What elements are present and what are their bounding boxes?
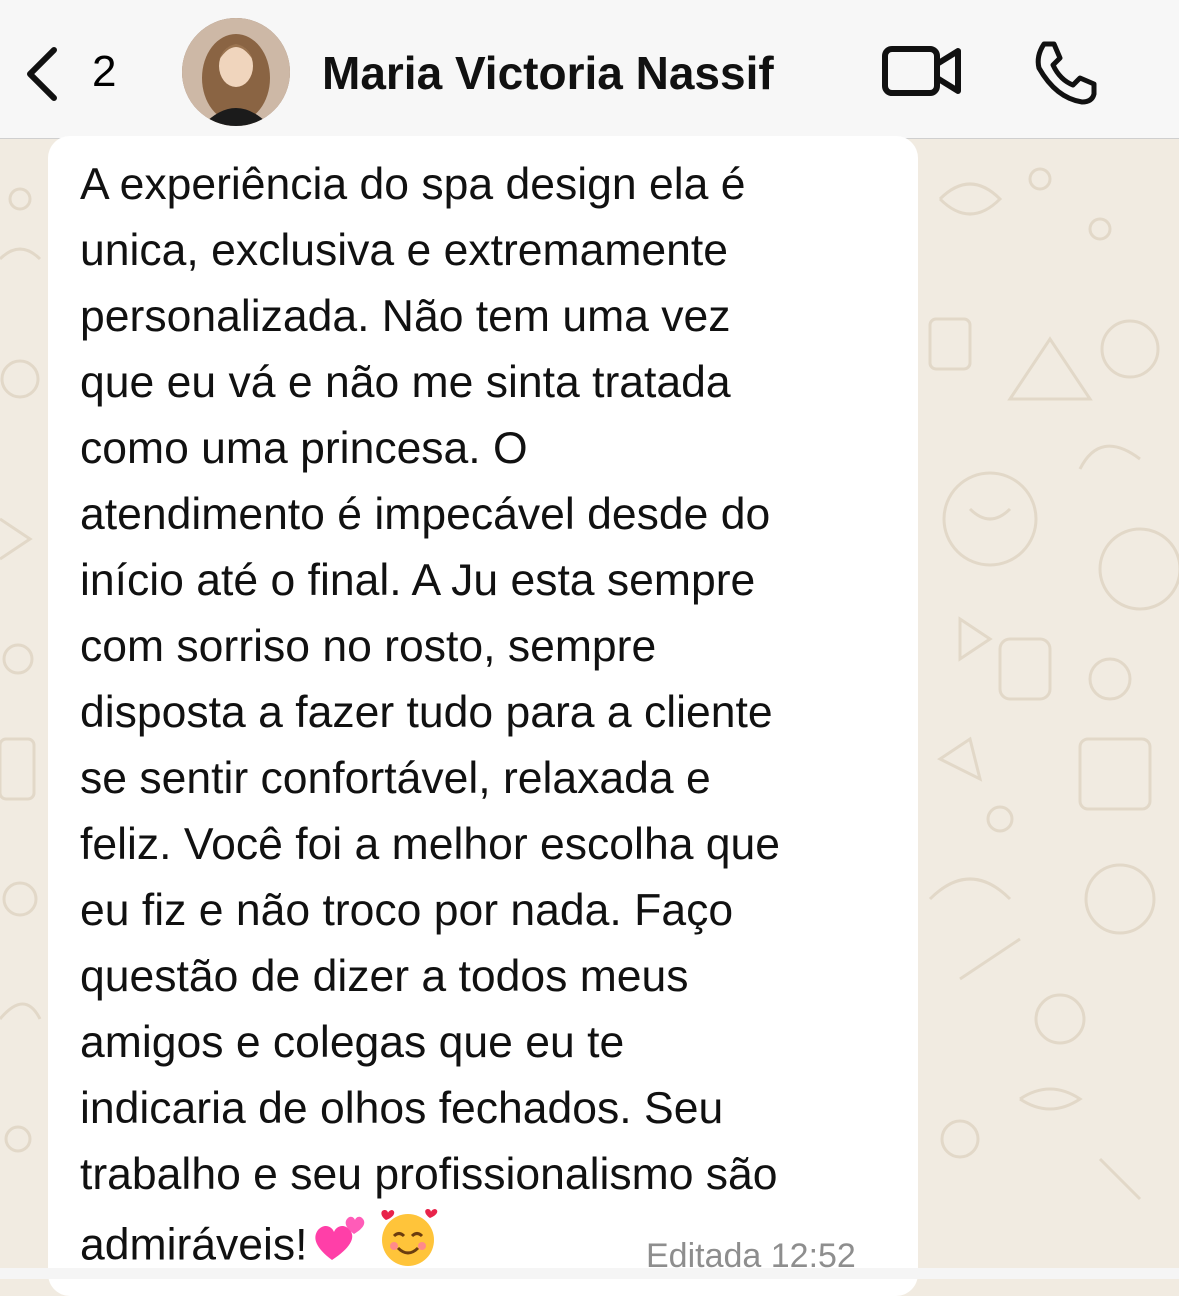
message-line: indicaria de olhos fechados. Seu [80, 1084, 724, 1133]
message-line: trabalho e seu profissionalismo são [80, 1150, 778, 1199]
message-line: como uma princesa. O [80, 424, 528, 473]
message-line: que eu vá e não me sinta tratada [80, 358, 731, 407]
contact-name[interactable]: Maria Victoria Nassif [322, 46, 774, 100]
message-line: questão de dizer a todos meus [80, 952, 689, 1001]
message-line: A experiência do spa design ela é [80, 160, 746, 209]
message-line: se sentir confortável, relaxada e [80, 754, 711, 803]
message-line: personalizada. Não tem uma vez [80, 292, 731, 341]
phone-icon [1035, 41, 1097, 105]
message-line: atendimento é impecável desde do [80, 490, 771, 539]
message-text[interactable]: A experiência do spa design ela é unica,… [80, 152, 910, 1208]
chevron-left-icon [27, 47, 57, 101]
video-call-button[interactable] [880, 42, 964, 102]
message-line: disposta a fazer tudo para a cliente [80, 688, 773, 737]
message-line: admiráveis! [80, 1220, 308, 1270]
message-line: com sorriso no rosto, sempre [80, 622, 657, 671]
back-button[interactable]: 2 [22, 40, 132, 106]
message-line: eu fiz e não troco por nada. Faço [80, 886, 734, 935]
avatar[interactable] [182, 18, 290, 126]
message-line: feliz. Você foi a melhor escolha que [80, 820, 781, 869]
composer-edge [0, 1268, 1179, 1279]
message-line: início até o final. A Ju esta sempre [80, 556, 756, 605]
voice-call-button[interactable] [1030, 38, 1100, 108]
message-line: unica, exclusiva e extremamente [80, 226, 729, 275]
message-line: amigos e colegas que eu te [80, 1018, 625, 1067]
unread-count: 2 [92, 47, 117, 96]
chat-header: 2 Maria Victoria Nassif [0, 0, 1179, 139]
message-last-line: admiráveis! [80, 1206, 440, 1276]
video-camera-icon [882, 46, 961, 96]
